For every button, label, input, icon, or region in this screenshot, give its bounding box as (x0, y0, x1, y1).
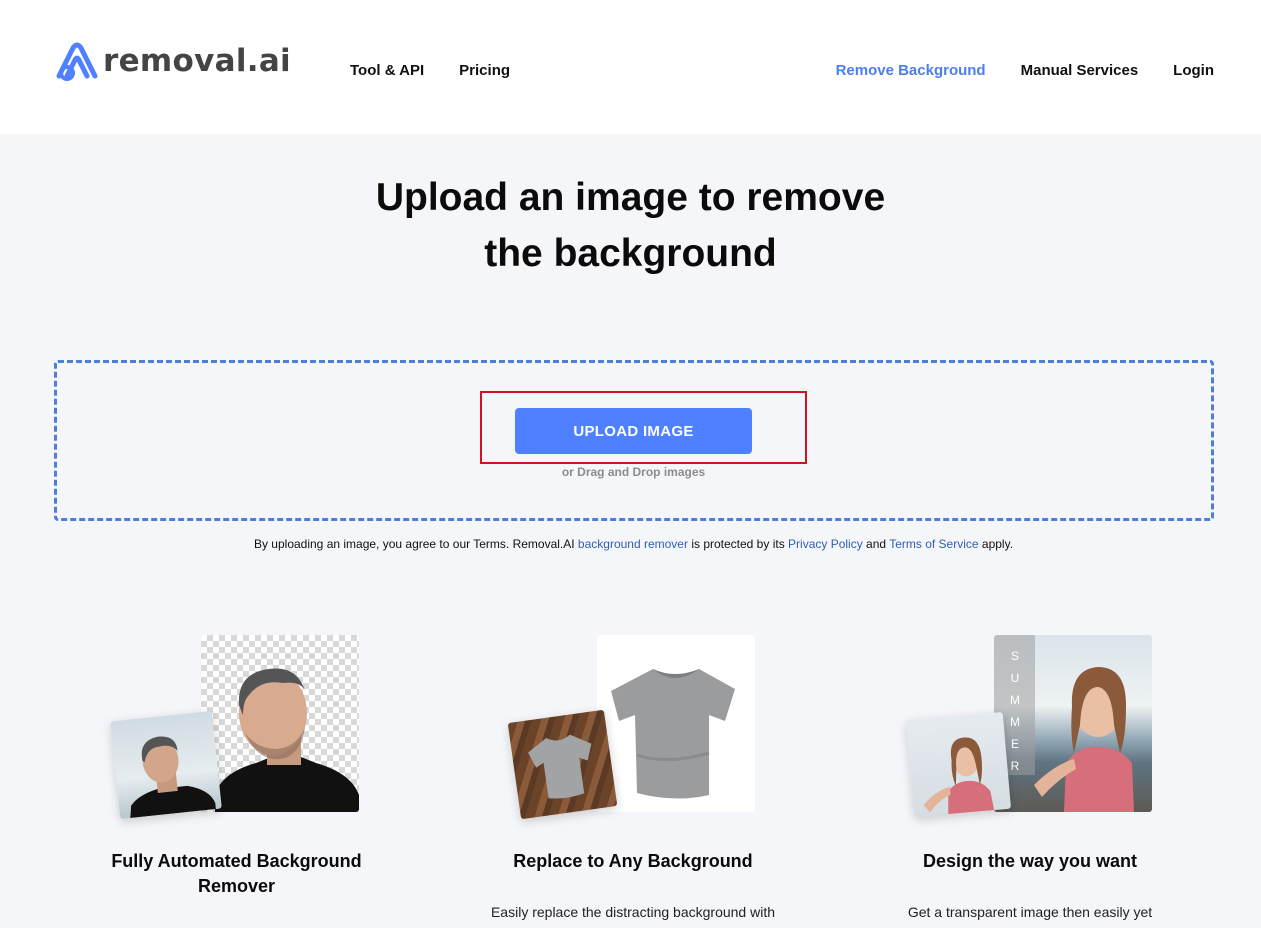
nav-tool-api[interactable]: Tool & API (350, 62, 424, 79)
terms-and: and (862, 537, 890, 551)
summer-letter: M (1010, 715, 1020, 729)
summer-letter: R (1010, 759, 1020, 773)
upload-image-button[interactable]: UPLOAD IMAGE (515, 408, 752, 454)
terms-suffix: apply. (978, 537, 1014, 551)
feature2-title: Replace to Any Background (513, 851, 753, 871)
summer-letter: E (1010, 737, 1019, 751)
terms-of-service-link[interactable]: Terms of Service (889, 537, 978, 551)
logo-text: removal.ai (103, 43, 291, 79)
page-title-line1: Upload an image to remove (375, 176, 886, 219)
woman-small-illustration (923, 737, 995, 815)
site-header: removal.ai Tool & API Pricing Remove Bac… (0, 0, 1261, 134)
feature1-cutout-image (201, 635, 359, 812)
feature2-wood-image (507, 709, 618, 820)
tshirt-illustration (611, 669, 735, 799)
summer-letter: U (1010, 671, 1020, 685)
background-remover-link[interactable]: background remover (578, 537, 688, 551)
logo-icon (56, 42, 98, 81)
nav-login[interactable]: Login (1173, 62, 1214, 79)
feature1-title: Fully Automated Background Remover (111, 851, 362, 896)
terms-notice: By uploading an image, you agree to our … (0, 537, 1261, 551)
terms-prefix: By uploading an image, you agree to our … (253, 537, 578, 551)
logo[interactable]: removal.ai (53, 40, 291, 82)
feature3-beach-image: S U M M E R (994, 635, 1152, 812)
terms-middle: is protected by its (687, 537, 789, 551)
page-title: Upload an image to remove the background (0, 170, 1261, 282)
feature3-title: Design the way you want (922, 851, 1138, 871)
man-cutout-illustration (215, 668, 359, 812)
drag-drop-hint: or Drag and Drop images (561, 465, 706, 479)
nav-manual-services[interactable]: Manual Services (1021, 62, 1139, 79)
feature3-original-image (905, 711, 1012, 818)
man-original-illustration (130, 736, 216, 819)
feature1-original-image (110, 710, 222, 820)
feature2-description: Easily replace the distracting backgroun… (490, 904, 776, 920)
summer-vertical-text: S U M M E R (1008, 645, 1022, 777)
summer-letter: M (1010, 693, 1020, 707)
nav-pricing[interactable]: Pricing (459, 62, 510, 79)
summer-letter: S (1010, 649, 1019, 663)
nav-remove-background[interactable]: Remove Background (836, 62, 986, 79)
secondary-nav: Remove Background Manual Services Login (836, 62, 1214, 79)
feature2-white-image (597, 635, 755, 812)
small-tshirt-illustration (528, 734, 592, 799)
privacy-policy-link[interactable]: Privacy Policy (788, 537, 863, 551)
page-title-line2: the background (484, 232, 777, 275)
feature3-description: Get a transparent image then easily yet (907, 904, 1153, 920)
primary-nav: Tool & API Pricing (350, 62, 510, 79)
